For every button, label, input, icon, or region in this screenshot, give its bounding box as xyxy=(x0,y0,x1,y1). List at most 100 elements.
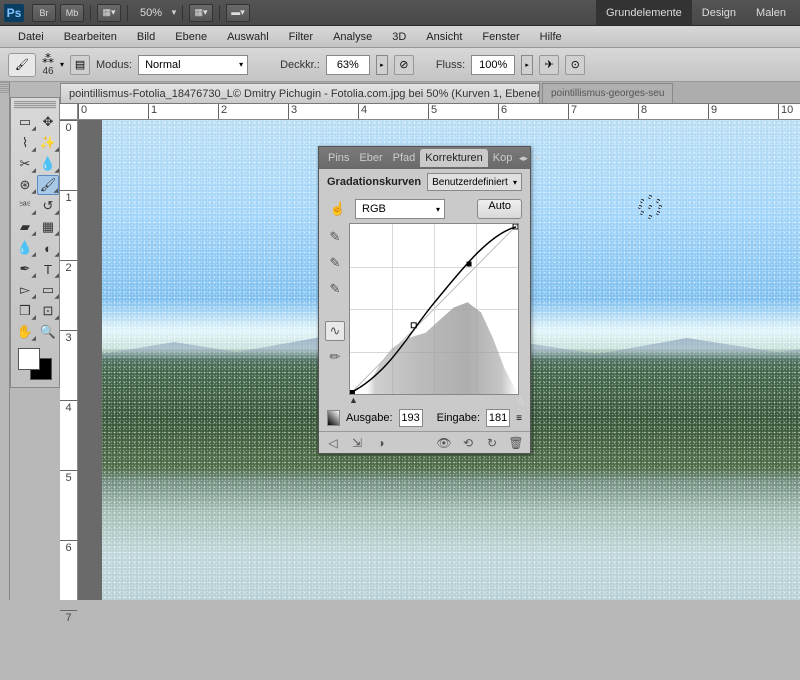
output-label: Ausgabe: xyxy=(346,412,392,424)
brush-panel-toggle[interactable]: ▤ xyxy=(70,55,90,75)
back-icon[interactable]: ◁ xyxy=(325,436,341,450)
channel-dropdown[interactable]: RGB xyxy=(355,199,445,219)
output-gradient-icon xyxy=(327,410,340,426)
preset-dropdown[interactable]: Benutzerdefiniert xyxy=(427,173,522,191)
black-point-eyedropper[interactable]: ✎ xyxy=(325,227,345,247)
curve-draw-mode[interactable]: ✏ xyxy=(325,347,345,367)
3d-camera-tool[interactable]: ⊡◢ xyxy=(37,301,59,321)
document-tab-inactive[interactable]: pointillismus-georges-seu xyxy=(542,83,673,103)
input-field[interactable]: 181 xyxy=(486,409,510,427)
visibility-icon[interactable]: 👁 xyxy=(436,436,452,450)
opacity-field[interactable]: 63% xyxy=(326,55,370,75)
move-tool[interactable]: ✥ xyxy=(37,112,59,132)
gray-point-eyedropper[interactable]: ✎ xyxy=(325,253,345,273)
clip-icon[interactable]: ◑ xyxy=(373,436,389,450)
blend-mode-dropdown[interactable]: Normal xyxy=(138,55,248,75)
flow-label: Fluss: xyxy=(436,59,465,71)
type-tool[interactable]: T◢ xyxy=(37,259,59,279)
input-slider[interactable]: ▲ △ xyxy=(349,395,524,405)
hand-tool[interactable]: ✋◢ xyxy=(14,322,36,342)
pen-tool[interactable]: ✒◢ xyxy=(14,259,36,279)
wand-tool[interactable]: ✨◢ xyxy=(37,133,59,153)
menu-auswahl[interactable]: Auswahl xyxy=(217,31,279,43)
flow-field[interactable]: 100% xyxy=(471,55,515,75)
stamp-tool[interactable]: ⎃◢ xyxy=(14,196,36,216)
dodge-tool[interactable]: ◐◢ xyxy=(37,238,59,258)
bridge-button[interactable]: Br xyxy=(32,4,56,22)
options-menu-icon[interactable]: ≡ xyxy=(516,413,522,424)
size-pressure-icon[interactable]: ⊙ xyxy=(565,55,585,75)
adjustments-panel: Pins Eber Pfad Korrekturen Kop ◂▸ × Grad… xyxy=(318,146,531,454)
toolbox: ▭◢ ✥ ⌇◢ ✨◢ ✂◢ 💧◢ ⊛◢ 🖌◢ ⎃◢ ↺◢ ▰◢ ▦◢ 💧◢ ◐◢… xyxy=(10,97,60,388)
menu-3d[interactable]: 3D xyxy=(382,31,416,43)
eraser-tool[interactable]: ▰◢ xyxy=(14,217,36,237)
reset-icon[interactable]: ↻ xyxy=(484,436,500,450)
shape-tool[interactable]: ▭◢ xyxy=(37,280,59,300)
history-brush-tool[interactable]: ↺◢ xyxy=(37,196,59,216)
eyedropper-tool[interactable]: 💧◢ xyxy=(37,154,59,174)
menu-fenster[interactable]: Fenster xyxy=(472,31,529,43)
opacity-pressure-icon[interactable]: ⊘ xyxy=(394,55,414,75)
tool-preset-icon[interactable]: 🖌 xyxy=(8,53,36,77)
expand-icon[interactable]: ⇲ xyxy=(349,436,365,450)
crop-tool[interactable]: ✂◢ xyxy=(14,154,36,174)
zoom-tool[interactable]: 🔍 xyxy=(37,322,59,342)
curve-point-mode[interactable]: ∿ xyxy=(325,321,345,341)
brush-tool[interactable]: 🖌◢ xyxy=(37,175,59,195)
options-bar: 🖌 ⁂ 46 ▾ ▤ Modus: Normal Deckkr.: 63% ▸ … xyxy=(0,48,800,82)
menu-ansicht[interactable]: Ansicht xyxy=(416,31,472,43)
workspace-grundelemente[interactable]: Grundelemente xyxy=(596,0,692,25)
menu-bearbeiten[interactable]: Bearbeiten xyxy=(54,31,127,43)
arrange-button[interactable]: ▦▾ xyxy=(189,4,213,22)
curves-graph[interactable] xyxy=(349,223,519,395)
panel-close-icon[interactable]: × xyxy=(531,152,543,164)
panel-tab-pins[interactable]: Pins xyxy=(323,149,354,167)
gradient-tool[interactable]: ▦◢ xyxy=(37,217,59,237)
workspace-malen[interactable]: Malen xyxy=(746,0,796,25)
workspace-design[interactable]: Design xyxy=(692,0,746,25)
zoom-level[interactable]: 50% xyxy=(140,7,162,19)
panel-tab-kop[interactable]: Kop xyxy=(488,149,518,167)
menu-filter[interactable]: Filter xyxy=(279,31,323,43)
path-select-tool[interactable]: ▻◢ xyxy=(14,280,36,300)
airbrush-icon[interactable]: ✈ xyxy=(539,55,559,75)
panel-tab-korrekturen[interactable]: Korrekturen xyxy=(420,149,487,167)
flow-scrub[interactable]: ▸ xyxy=(521,55,533,75)
blur-tool[interactable]: 💧◢ xyxy=(14,238,36,258)
panel-collapse-icon[interactable]: ◂▸ xyxy=(517,152,529,164)
ruler-origin[interactable] xyxy=(60,104,78,120)
panel-tab-eber[interactable]: Eber xyxy=(354,149,387,167)
opacity-label: Deckkr.: xyxy=(280,59,320,71)
minibridge-button[interactable]: Mb xyxy=(60,4,84,22)
menu-ebene[interactable]: Ebene xyxy=(165,31,217,43)
delete-icon[interactable]: 🗑 xyxy=(508,436,524,450)
app-topbar: Ps Br Mb ▦▾ 50% ▼ ▦▾ ▬▾ Grundelemente De… xyxy=(0,0,800,26)
menu-bild[interactable]: Bild xyxy=(127,31,165,43)
panel-tabstrip: Pins Eber Pfad Korrekturen Kop ◂▸ × xyxy=(319,147,530,169)
canvas[interactable]: Pins Eber Pfad Korrekturen Kop ◂▸ × Grad… xyxy=(78,120,800,600)
document-tab-active[interactable]: pointillismus-Fotolia_18476730_L© Dmitry… xyxy=(60,83,540,103)
ruler-horizontal[interactable]: 01234567891011 xyxy=(78,104,800,120)
menu-datei[interactable]: Datei xyxy=(8,31,54,43)
white-point-eyedropper[interactable]: ✎ xyxy=(325,279,345,299)
panel-tab-pfad[interactable]: Pfad xyxy=(388,149,421,167)
menu-hilfe[interactable]: Hilfe xyxy=(530,31,572,43)
mode-label: Modus: xyxy=(96,59,132,71)
lasso-tool[interactable]: ⌇◢ xyxy=(14,133,36,153)
view-extras-button[interactable]: ▦▾ xyxy=(97,4,121,22)
heal-tool[interactable]: ⊛◢ xyxy=(14,175,36,195)
foreground-swatch[interactable] xyxy=(18,348,40,370)
auto-button[interactable]: Auto xyxy=(477,199,522,219)
3d-tool[interactable]: ❒◢ xyxy=(14,301,36,321)
previous-state-icon[interactable]: ⟲ xyxy=(460,436,476,450)
color-swatches[interactable] xyxy=(14,348,56,384)
opacity-scrub[interactable]: ▸ xyxy=(376,55,388,75)
menu-analyse[interactable]: Analyse xyxy=(323,31,382,43)
screenmode-button[interactable]: ▬▾ xyxy=(226,4,250,22)
output-field[interactable]: 193 xyxy=(399,409,423,427)
marquee-tool[interactable]: ▭◢ xyxy=(14,112,36,132)
ruler-vertical[interactable]: 01234567 xyxy=(60,120,78,600)
panel-footer: ◁ ⇲ ◑ 👁 ⟲ ↻ 🗑 xyxy=(319,431,530,453)
on-image-adjust-icon[interactable]: ☝ xyxy=(327,199,349,219)
brush-spray-icon[interactable]: ⁂ xyxy=(42,52,54,66)
